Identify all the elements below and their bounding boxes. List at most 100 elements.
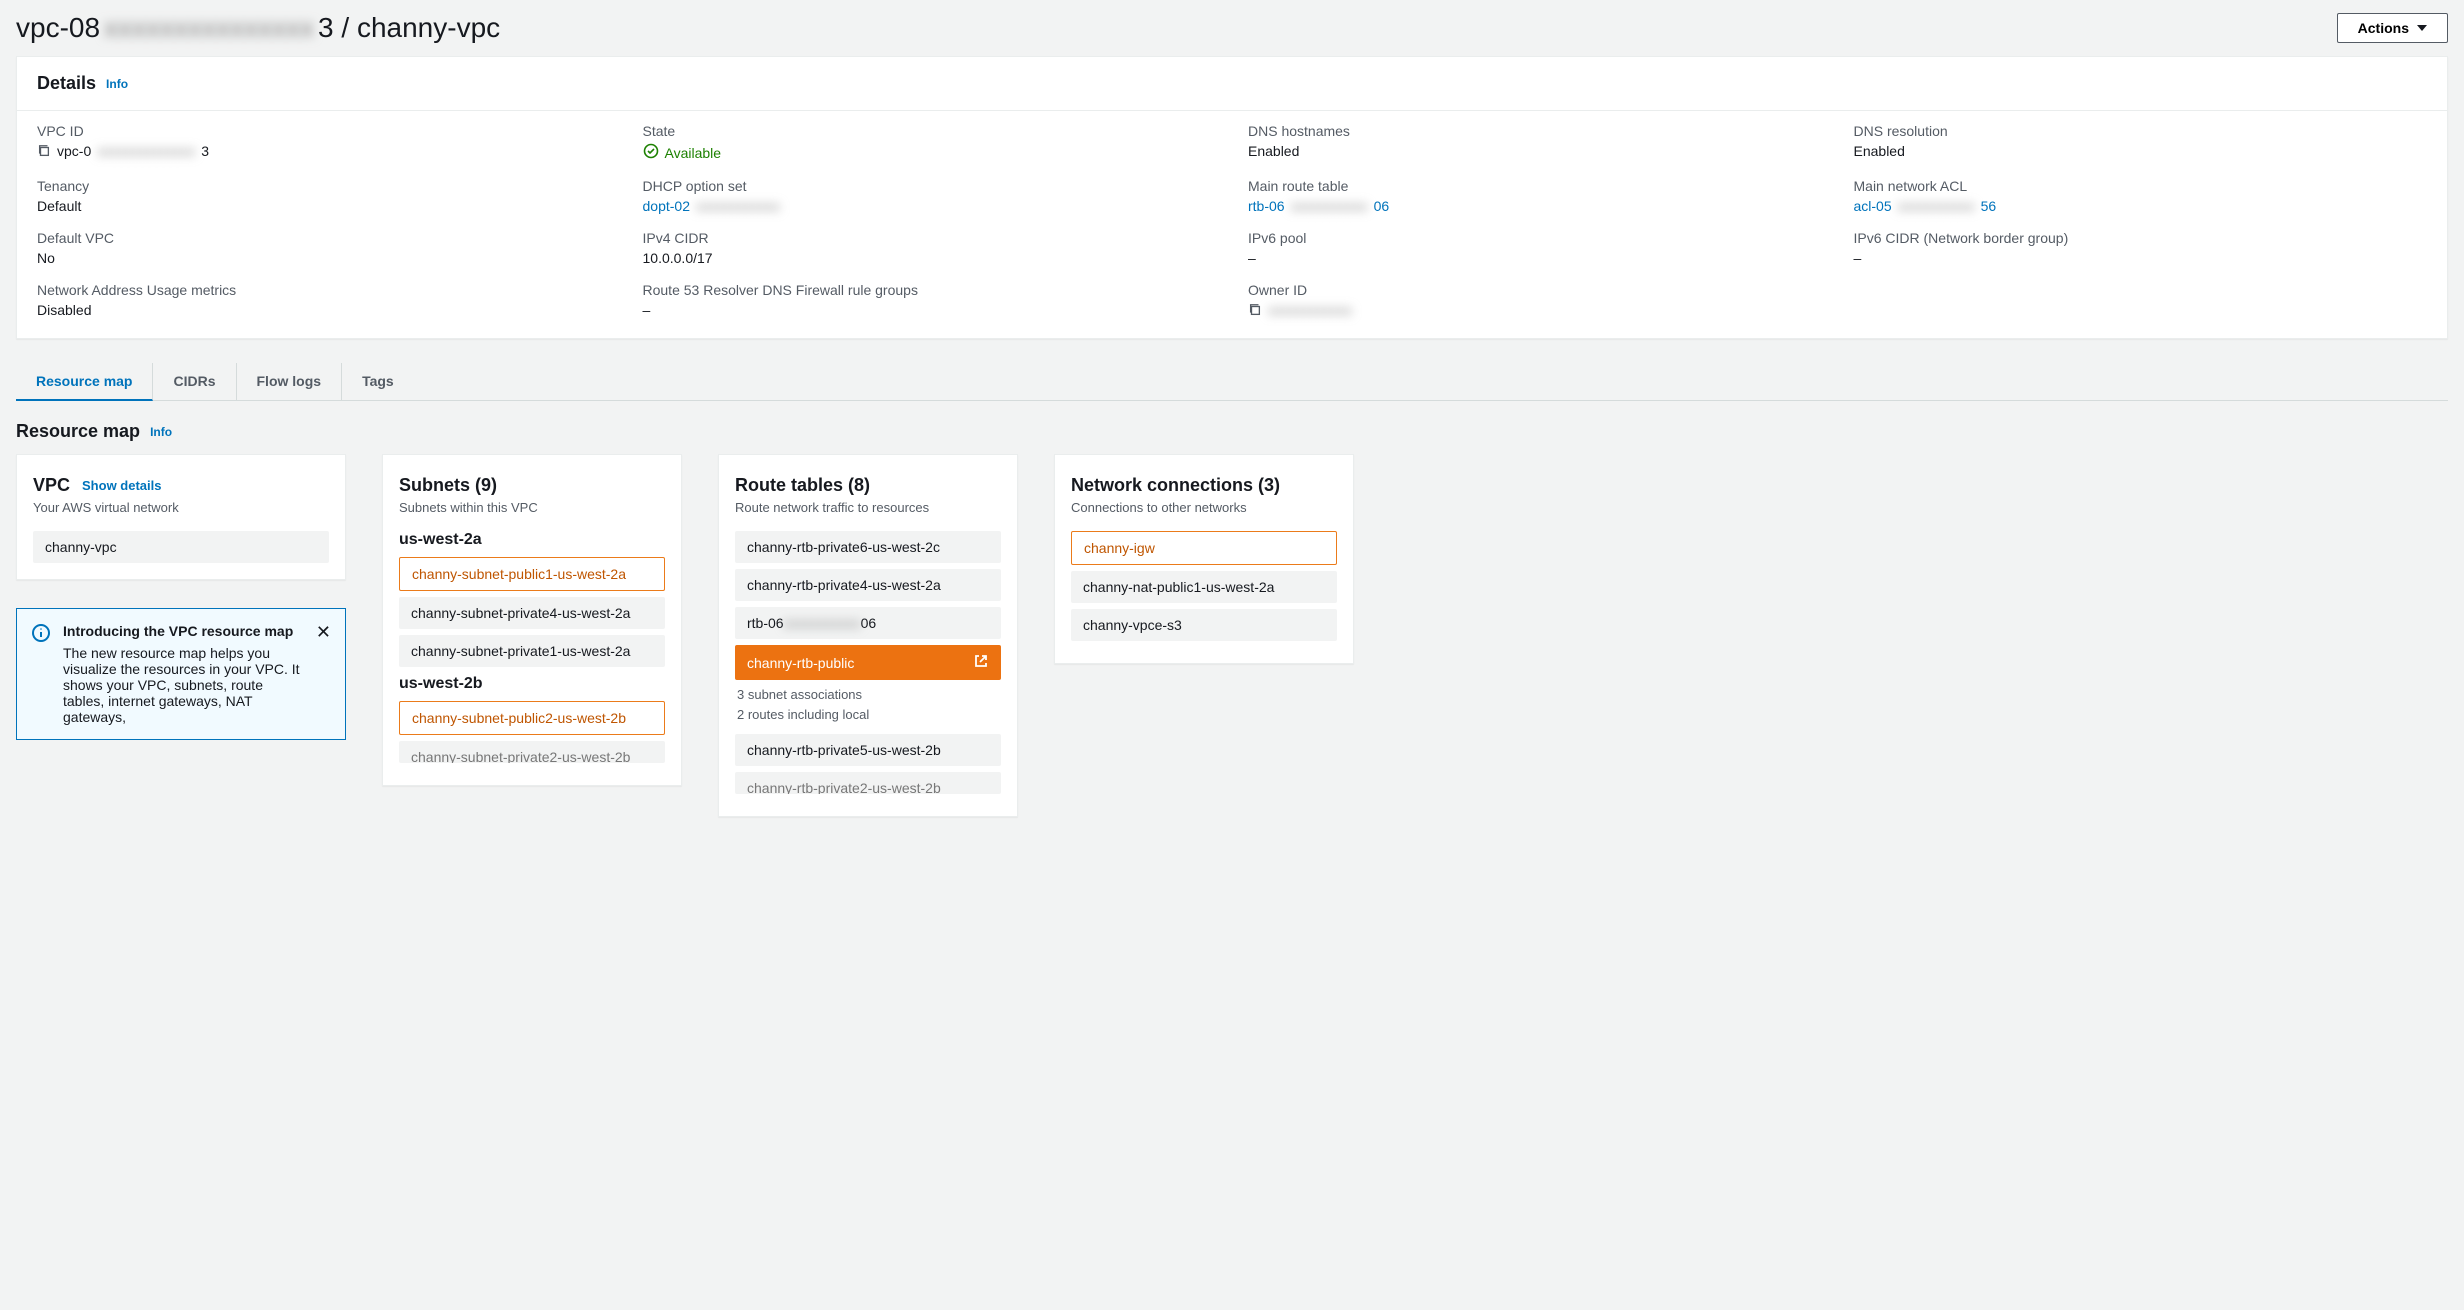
copy-icon[interactable] (1248, 303, 1262, 317)
rt-item[interactable]: channy-rtb-private4-us-west-2a (735, 569, 1001, 601)
tenancy-value: Default (37, 198, 611, 214)
close-icon[interactable]: ✕ (316, 623, 331, 641)
dhcp-prefix: dopt-02 (643, 198, 690, 214)
main-acl-label: Main network ACL (1854, 178, 2428, 194)
main-acl-blur: xxxxxxxxxxx (1898, 198, 1975, 214)
vpc-name-box[interactable]: channy-vpc (33, 531, 329, 563)
default-vpc-value: No (37, 250, 611, 266)
subnet-item[interactable]: channy-subnet-private1-us-west-2a (399, 635, 665, 667)
field-ipv6-cidr: IPv6 CIDR (Network border group) – (1854, 230, 2428, 266)
net-title: Network connections (3) (1071, 475, 1337, 496)
subnet-item[interactable]: channy-subnet-private4-us-west-2a (399, 597, 665, 629)
page-title: vpc-08xxxxxxxxxxxxxxx3 / channy-vpc (16, 12, 500, 44)
field-ipv4-cidr: IPv4 CIDR 10.0.0.0/17 (643, 230, 1217, 266)
r53-label: Route 53 Resolver DNS Firewall rule grou… (643, 282, 1217, 298)
dhcp-link[interactable]: dopt-02 xxxxxxxxxxxx (643, 198, 1217, 214)
banner-body: The new resource map helps you visualize… (63, 645, 304, 725)
net-item[interactable]: channy-vpce-s3 (1071, 609, 1337, 641)
field-dns-hostnames: DNS hostnames Enabled (1248, 123, 1822, 162)
copy-icon[interactable] (37, 144, 51, 158)
actions-label: Actions (2358, 20, 2409, 36)
rt3-prefix: rtb-06 (747, 615, 784, 631)
resource-map-info-link[interactable]: Info (150, 425, 172, 439)
field-dns-resolution: DNS resolution Enabled (1854, 123, 2428, 162)
main-rt-prefix: rtb-06 (1248, 198, 1285, 214)
nau-value: Disabled (37, 302, 611, 318)
vpc-id-blur: xxxxxxxxxxxxxx (97, 143, 195, 159)
default-vpc-label: Default VPC (37, 230, 611, 246)
tab-cidrs[interactable]: CIDRs (153, 363, 236, 400)
tab-resource-map[interactable]: Resource map (16, 363, 153, 401)
subnet-item[interactable]: channy-subnet-public2-us-west-2b (399, 701, 665, 735)
details-panel: Details Info VPC ID vpc-0 xxxxxxxxxxxxxx 3… (16, 56, 2448, 339)
vpc-col-title: VPC (33, 475, 70, 496)
net-item[interactable]: channy-igw (1071, 531, 1337, 565)
rt3-suffix: 06 (861, 615, 877, 631)
subnets-card: Subnets (9) Subnets within this VPC us-w… (382, 454, 682, 786)
main-rt-blur: xxxxxxxxxxx (1291, 198, 1368, 214)
vpc-col-sub: Your AWS virtual network (33, 500, 329, 515)
rt-sel-assoc: 3 subnet associations (737, 686, 1001, 704)
main-rt-label: Main route table (1248, 178, 1822, 194)
subnet-item[interactable]: channy-subnet-private2-us-west-2b (399, 741, 665, 763)
field-nau: Network Address Usage metrics Disabled (37, 282, 611, 318)
tab-tags[interactable]: Tags (342, 363, 414, 400)
vpc-id-prefix: vpc-0 (57, 143, 91, 159)
az-us-west-2b: us-west-2b (399, 675, 665, 693)
rt3-blur: xxxxxxxxxxx (784, 615, 861, 631)
check-circle-icon (643, 143, 659, 162)
ipv6-cidr-label: IPv6 CIDR (Network border group) (1854, 230, 2428, 246)
tenancy-label: Tenancy (37, 178, 611, 194)
dhcp-label: DHCP option set (643, 178, 1217, 194)
actions-button[interactable]: Actions (2337, 13, 2448, 43)
external-link-icon[interactable] (973, 653, 989, 672)
ipv6-pool-value: – (1248, 250, 1822, 266)
info-icon (31, 623, 51, 646)
rt-sub: Route network traffic to resources (735, 500, 1001, 515)
ipv6-pool-label: IPv6 pool (1248, 230, 1822, 246)
rt-item-selected[interactable]: channy-rtb-public (735, 645, 1001, 680)
state-label: State (643, 123, 1217, 139)
dhcp-blur: xxxxxxxxxxxx (696, 198, 780, 214)
title-blur: xxxxxxxxxxxxxxx (104, 12, 314, 44)
route-tables-card: Route tables (8) Route network traffic t… (718, 454, 1018, 817)
dns-hostnames-label: DNS hostnames (1248, 123, 1822, 139)
ipv4-cidr-label: IPv4 CIDR (643, 230, 1217, 246)
field-main-rt: Main route table rtb-06xxxxxxxxxxx06 (1248, 178, 1822, 214)
rt-item[interactable]: channy-rtb-private5-us-west-2b (735, 734, 1001, 766)
main-acl-link[interactable]: acl-05xxxxxxxxxxx56 (1854, 198, 2428, 214)
rt-title: Route tables (8) (735, 475, 1001, 496)
details-title: Details (37, 73, 96, 94)
nau-label: Network Address Usage metrics (37, 282, 611, 298)
rt-item[interactable]: rtb-06xxxxxxxxxxx06 (735, 607, 1001, 639)
field-default-vpc: Default VPC No (37, 230, 611, 266)
vpc-id-label: VPC ID (37, 123, 611, 139)
resource-map-columns: VPC Show details Your AWS virtual networ… (16, 454, 2448, 817)
tab-flow-logs[interactable]: Flow logs (237, 363, 343, 400)
show-details-link[interactable]: Show details (82, 478, 161, 493)
details-info-link[interactable]: Info (106, 77, 128, 91)
dns-resolution-label: DNS resolution (1854, 123, 2428, 139)
vpc-id-suffix: 3 (201, 143, 209, 159)
rt-item[interactable]: channy-rtb-private2-us-west-2b (735, 772, 1001, 794)
main-acl-prefix: acl-05 (1854, 198, 1892, 214)
subnets-sub: Subnets within this VPC (399, 500, 665, 515)
rt-item[interactable]: channy-rtb-private6-us-west-2c (735, 531, 1001, 563)
tabs: Resource map CIDRs Flow logs Tags (16, 363, 2448, 401)
rt-selected-label: channy-rtb-public (747, 655, 854, 671)
net-sub: Connections to other networks (1071, 500, 1337, 515)
title-suffix: 3 / channy-vpc (318, 12, 500, 44)
caret-down-icon (2417, 25, 2427, 31)
field-owner: Owner ID xxxxxxxxxxxx (1248, 282, 1822, 318)
subnets-title: Subnets (9) (399, 475, 665, 496)
subnet-item[interactable]: channy-subnet-public1-us-west-2a (399, 557, 665, 591)
page-header: vpc-08xxxxxxxxxxxxxxx3 / channy-vpc Acti… (16, 0, 2448, 56)
dns-hostnames-value: Enabled (1248, 143, 1822, 159)
owner-label: Owner ID (1248, 282, 1822, 298)
r53-value: – (643, 302, 1217, 318)
net-item[interactable]: channy-nat-public1-us-west-2a (1071, 571, 1337, 603)
banner-title: Introducing the VPC resource map (63, 623, 304, 639)
resource-map-title: Resource map (16, 421, 140, 442)
field-ipv6-pool: IPv6 pool – (1248, 230, 1822, 266)
main-rt-link[interactable]: rtb-06xxxxxxxxxxx06 (1248, 198, 1822, 214)
